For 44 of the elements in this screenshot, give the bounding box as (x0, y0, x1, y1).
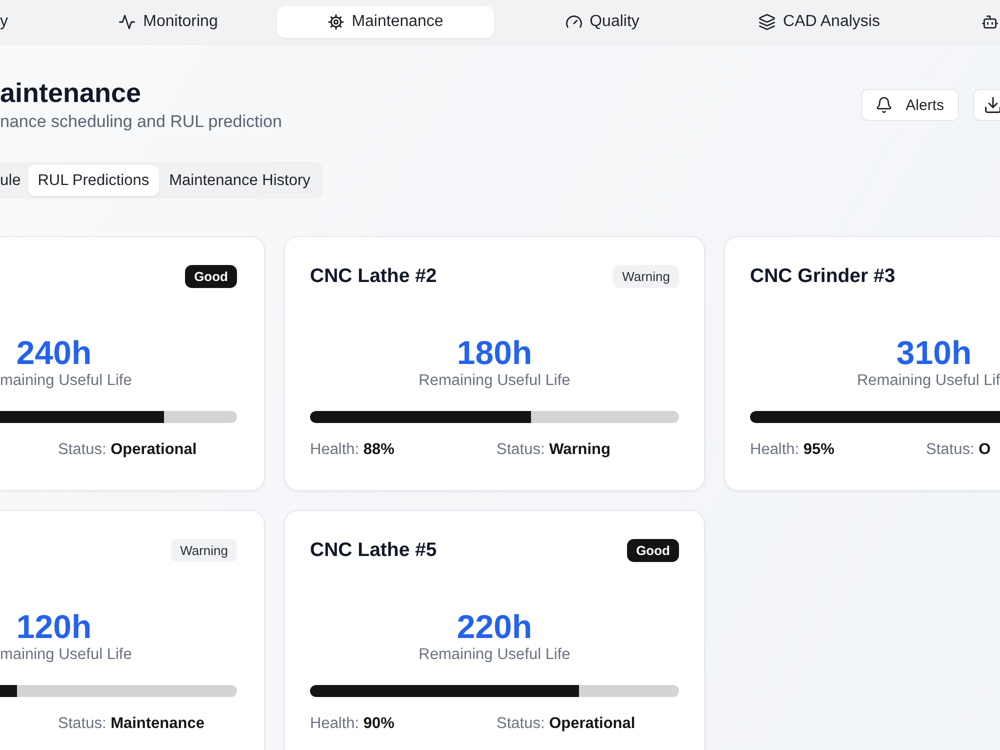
gauge-icon (566, 14, 582, 30)
download-button[interactable] (973, 89, 1000, 121)
layers-icon (759, 14, 776, 30)
health-reading: Health: 90% (310, 715, 394, 732)
page-title: aintenance (0, 77, 142, 109)
pulse-icon (119, 14, 136, 30)
tab[interactable]: ule (0, 165, 28, 196)
rul-value: 310h (895, 334, 973, 371)
nav-tab[interactable]: Maintenance (277, 6, 494, 38)
robot-icon (982, 14, 998, 30)
download-icon (985, 97, 1000, 113)
machine-name: CNC Lathe #5 (310, 538, 437, 562)
rul-value: 240h (15, 334, 93, 371)
page-subtitle: nance scheduling and RUL prediction (0, 111, 282, 133)
status-badge: Good (627, 538, 679, 562)
machine-name: CNC Grinder #3 (750, 264, 896, 288)
gear-icon (328, 14, 344, 30)
rul-caption: Remaining Useful Life (418, 371, 570, 391)
status-badge: Warning (613, 264, 679, 288)
machine-name: CNC Lathe #2 (310, 264, 437, 288)
alerts-button[interactable]: Alerts (860, 89, 959, 121)
status-reading: Status: Operational (496, 715, 636, 732)
rul-caption: maining Useful Life (0, 645, 132, 665)
tab[interactable]: Maintenance History (159, 165, 320, 196)
status-reading: Status: Warning (496, 441, 610, 458)
health-reading: Health: 88% (310, 441, 394, 458)
rul-value: 180h (456, 334, 532, 371)
status-reading: Status: Operational (58, 441, 197, 458)
rul-caption: Remaining Useful Life (418, 645, 570, 665)
status-reading: Status: O (926, 441, 991, 458)
status-badge: Warning (171, 538, 237, 562)
nav-tab[interactable]: Quality (494, 6, 711, 38)
rul-value: 220h (456, 608, 532, 645)
nav-tab[interactable]: CAD Analysis (711, 6, 928, 38)
health-reading: Health: 95% (750, 441, 834, 458)
status-reading: Status: Maintenance (58, 715, 204, 732)
rul-caption: Remaining Useful Lif (856, 371, 1000, 391)
bell-icon (876, 97, 892, 113)
status-badge: Good (185, 264, 237, 288)
rul-value: 120h (15, 608, 93, 645)
nav-tab[interactable]: y (0, 6, 60, 38)
tab[interactable]: RUL Predictions (28, 165, 160, 196)
nav-tab[interactable]: Monitoring (60, 6, 277, 38)
rul-caption: maining Useful Life (0, 371, 132, 391)
